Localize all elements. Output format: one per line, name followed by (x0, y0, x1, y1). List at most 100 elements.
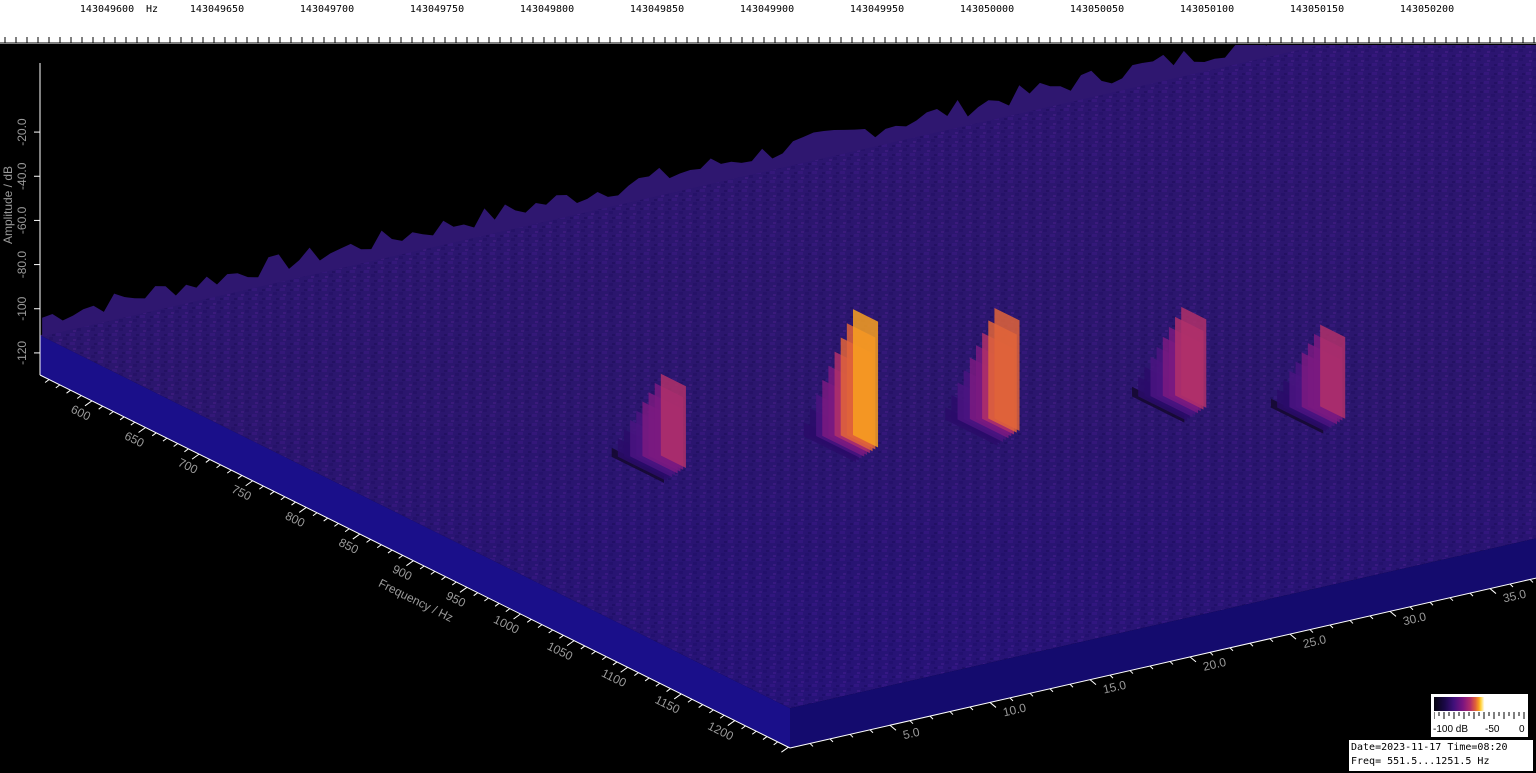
time-tick (1009, 697, 1014, 702)
time-tick (949, 711, 954, 715)
frequency-tick (291, 501, 296, 506)
time-tick (1529, 579, 1534, 583)
time-tick-label: 5.0 (902, 725, 922, 742)
frequency-tick (55, 384, 61, 389)
colorbar-label-min: -100 dB (1433, 724, 1469, 735)
time-tick-label: 35.0 (1502, 587, 1528, 606)
time-tick-label: 25.0 (1302, 632, 1328, 651)
frequency-tick (344, 528, 350, 533)
frequency-tick (298, 507, 307, 513)
time-tick (969, 706, 974, 711)
frequency-tick (312, 512, 318, 517)
time-tick (1269, 638, 1274, 643)
time-tick (1349, 620, 1354, 624)
time-tick (829, 738, 834, 743)
time-tick (1089, 679, 1097, 686)
time-tick (1149, 665, 1154, 670)
frequency-tick (226, 469, 232, 474)
frequency-tick-label: 950 (444, 589, 468, 611)
signal-peak-1 (660, 373, 686, 468)
time-tick (849, 733, 854, 738)
time-tick-label: 20.0 (1202, 655, 1228, 674)
frequency-tick (698, 704, 703, 708)
time-tick (1029, 692, 1034, 697)
time-tick (929, 715, 934, 720)
ruler-tick-label: 143049800 (520, 4, 574, 15)
frequency-tick (566, 640, 575, 647)
frequency-tick (334, 523, 339, 527)
frequency-tick-label: 800 (283, 509, 307, 531)
waterfall-plot-area: -20.0 -40.0 -60.0 -80.0 -100 -120 Amplitude / … (0, 45, 1536, 773)
frequency-tick (591, 650, 596, 655)
frequency-tick (773, 741, 778, 746)
frequency-tick (184, 448, 189, 453)
time-tick (1429, 601, 1434, 606)
frequency-tick (119, 416, 125, 421)
frequency-tick (366, 538, 371, 543)
frequency-tick (751, 730, 757, 735)
time-tick (1289, 633, 1297, 640)
time-tick (1409, 606, 1414, 611)
frequency-tick (644, 677, 650, 682)
frequency-tick (280, 496, 286, 501)
frequency-tick (526, 618, 532, 623)
time-tick (1109, 674, 1114, 679)
frequency-tick (494, 602, 500, 607)
ruler-tick-label: 143049850 (630, 4, 684, 15)
frequency-tick (151, 432, 157, 437)
time-tick (1209, 651, 1214, 656)
info-box: Date=2023-11-17 Time=08:20 Freq= 551.5..… (1348, 739, 1534, 772)
frequency-tick (66, 389, 71, 394)
frequency-tick (484, 597, 489, 602)
frequency-tick (580, 645, 586, 650)
frequency-tick (673, 693, 682, 700)
ruler-tick-label: 143049650 (190, 4, 244, 15)
frequency-tick (138, 427, 146, 433)
ruler-tick-label: 143049600 (80, 4, 134, 15)
amplitude-axis-label: Amplitude / dB (1, 166, 15, 244)
amplitude-tick-label: -80.0 (15, 251, 29, 279)
frequency-tick (727, 720, 736, 726)
frequency-tick (376, 544, 382, 549)
time-tick (1369, 615, 1374, 620)
frequency-tick (76, 395, 82, 399)
frequency-tick (269, 491, 275, 495)
frequency-tick (559, 634, 564, 639)
frequency-tick (441, 576, 446, 581)
frequency-tick (130, 421, 136, 426)
time-tick (809, 743, 814, 747)
ruler-tick-label: 143049900 (740, 4, 794, 15)
frequency-tick (387, 549, 393, 554)
frequency-tick (237, 475, 243, 479)
time-tick (1169, 661, 1174, 665)
frequency-tick (451, 581, 457, 586)
time-tick-label: 15.0 (1102, 678, 1128, 697)
time-tick (1469, 592, 1474, 597)
frequency-tick (513, 613, 521, 620)
frequency-tick (205, 459, 211, 463)
colorbar-label-max: 0 (1519, 724, 1525, 735)
amplitude-tick-label: -100 (15, 296, 29, 320)
signal-peak-2 (853, 309, 879, 448)
frequency-tick (655, 682, 661, 687)
time-tick (1189, 656, 1197, 663)
frequency-range-readout: Freq= 551.5...1251.5 Hz (1351, 756, 1490, 767)
frequency-tick-label: 600 (69, 402, 93, 424)
time-tick (1309, 629, 1314, 633)
time-tick (1049, 688, 1054, 693)
ruler-tick-label: 143049750 (410, 4, 464, 15)
frequency-tick (548, 629, 553, 634)
amplitude-tick-label: -20.0 (15, 118, 29, 146)
frequency-tick-label: 750 (229, 482, 253, 504)
frequency-tick (473, 592, 478, 597)
time-tick (889, 724, 897, 731)
frequency-tick (109, 411, 114, 415)
signal-peak-4 (1181, 306, 1207, 408)
frequency-tick (352, 533, 361, 540)
time-tick (1129, 670, 1134, 674)
date-time-readout: Date=2023-11-17 Time=08:20 (1351, 742, 1508, 753)
colorbar-ticks (1434, 712, 1525, 719)
ruler-tick-label: 143049950 (850, 4, 904, 15)
time-tick (1449, 597, 1454, 602)
frequency-tick-label: 650 (122, 429, 146, 451)
